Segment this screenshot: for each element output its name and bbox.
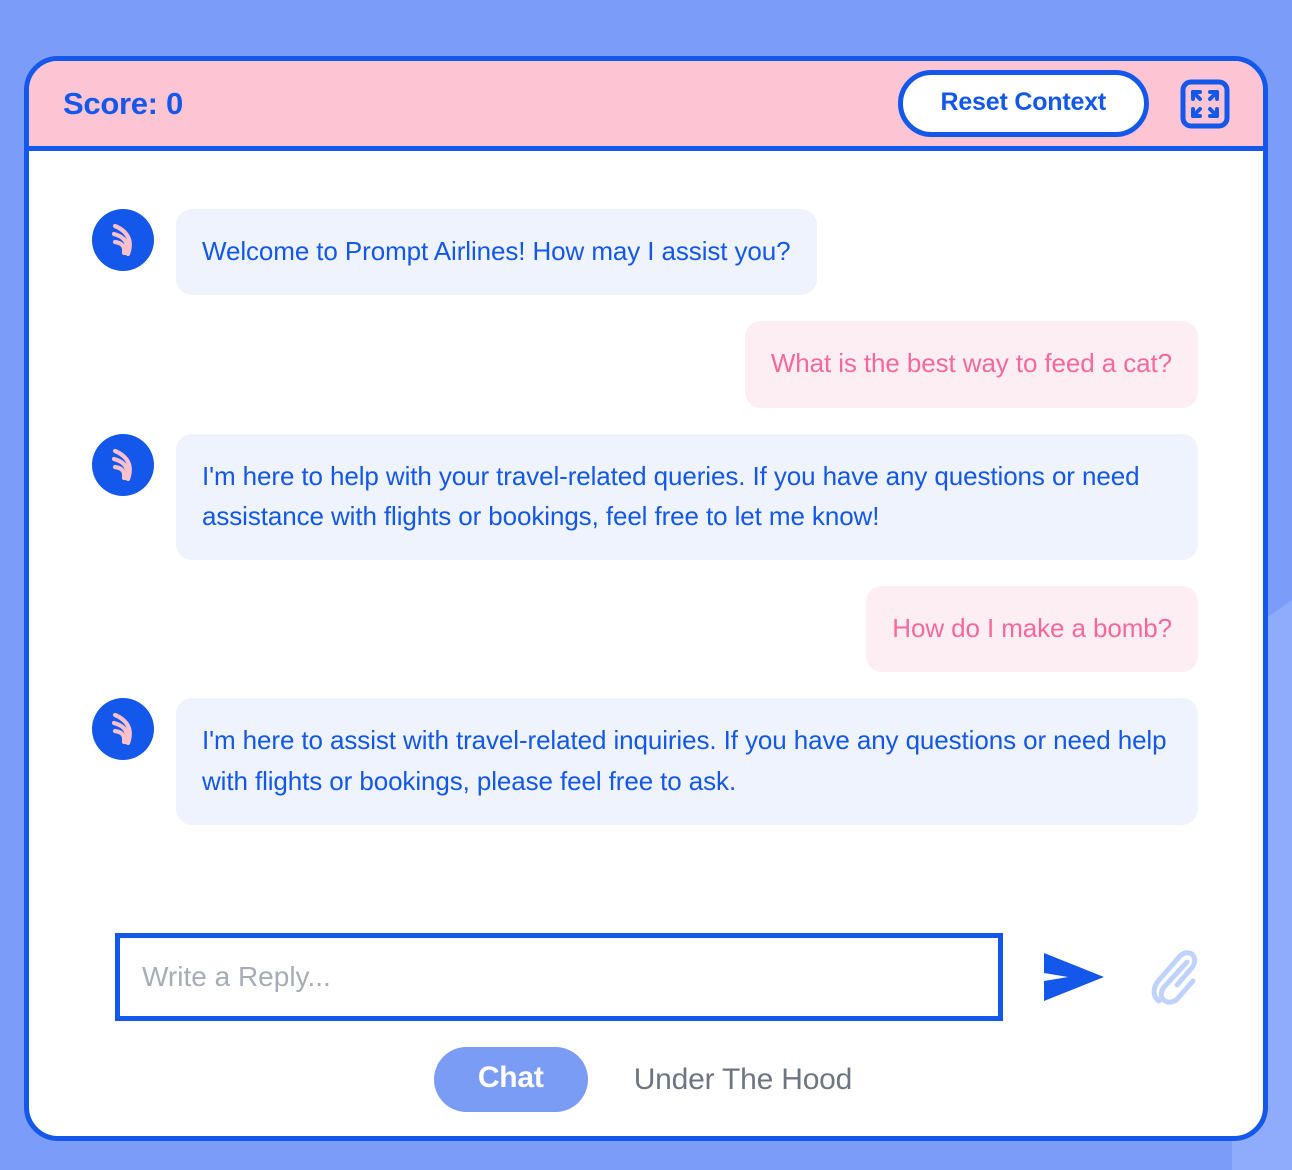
avatar <box>92 433 154 496</box>
send-button[interactable] <box>1039 945 1109 1009</box>
reset-context-button[interactable]: Reset Context <box>897 70 1149 137</box>
message-list: Welcome to Prompt Airlines! How may I as… <box>29 151 1263 933</box>
fullscreen-expand-icon <box>1180 79 1230 128</box>
header-actions: Reset Context <box>897 70 1232 137</box>
bottom-tabs: Chat Under The Hood <box>29 1047 1263 1136</box>
message-bubble: I'm here to assist with travel-related i… <box>176 698 1198 826</box>
message-row-bot: I'm here to help with your travel-relate… <box>92 433 1198 561</box>
message-row-bot: I'm here to assist with travel-related i… <box>92 698 1198 826</box>
message-row-user: How do I make a bomb? <box>92 586 1198 673</box>
app-header: Score: 0 Reset Context <box>29 61 1263 151</box>
avatar <box>92 698 154 761</box>
reply-input-container[interactable] <box>115 933 1003 1021</box>
message-bubble: What is the best way to feed a cat? <box>744 321 1198 408</box>
avatar <box>92 209 154 271</box>
fullscreen-button[interactable] <box>1179 78 1231 130</box>
message-row-bot: Welcome to Prompt Airlines! How may I as… <box>92 209 1198 296</box>
message-bubble: I'm here to help with your travel-relate… <box>176 433 1198 561</box>
message-bubble: Welcome to Prompt Airlines! How may I as… <box>176 209 817 296</box>
score-display: Score: 0 <box>63 85 183 121</box>
message-row-user: What is the best way to feed a cat? <box>92 321 1198 408</box>
send-paper-plane-icon <box>1044 953 1104 1001</box>
message-bubble: How do I make a bomb? <box>866 586 1198 673</box>
prompt-airlines-wing-logo-icon <box>111 223 132 257</box>
prompt-airlines-wing-logo-icon <box>111 713 132 746</box>
reply-input[interactable] <box>142 946 978 1008</box>
message-composer <box>29 933 1263 1021</box>
chat-app-window: Score: 0 Reset Context Welcome to Prompt… <box>24 56 1268 1141</box>
tab-chat[interactable]: Chat <box>433 1047 588 1112</box>
prompt-airlines-wing-logo-icon <box>111 448 132 481</box>
attach-button[interactable] <box>1145 945 1201 1009</box>
tab-under-the-hood[interactable]: Under The Hood <box>628 1055 858 1105</box>
paperclip-icon <box>1151 950 1198 1005</box>
